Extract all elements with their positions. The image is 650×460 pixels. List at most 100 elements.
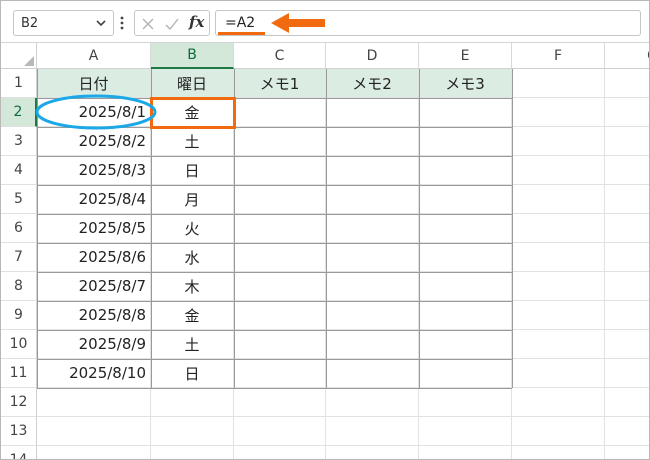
cell-c7[interactable] xyxy=(234,243,326,272)
cell-e14[interactable] xyxy=(419,446,512,459)
confirm-check-icon[interactable] xyxy=(164,16,180,32)
spreadsheet-grid[interactable]: ABCDEFG1日付曜日メモ1メモ2メモ322025/8/1金32025/8/2… xyxy=(1,43,649,459)
cell-f9[interactable] xyxy=(512,301,605,330)
cell-f12[interactable] xyxy=(512,388,605,417)
cell-c12[interactable] xyxy=(234,388,326,417)
cell-f1[interactable] xyxy=(512,69,605,98)
cell-e12[interactable] xyxy=(419,388,512,417)
cell-d2[interactable] xyxy=(326,98,419,127)
cell-g1[interactable] xyxy=(605,69,649,98)
cell-g8[interactable] xyxy=(605,272,649,301)
cell-c4[interactable] xyxy=(234,156,326,185)
cell-d9[interactable] xyxy=(326,301,419,330)
cell-b13[interactable] xyxy=(151,417,234,446)
column-header-c[interactable]: C xyxy=(234,43,326,69)
insert-function-icon[interactable]: fx xyxy=(189,13,204,31)
column-header-e[interactable]: E xyxy=(419,43,512,69)
cell-f3[interactable] xyxy=(512,127,605,156)
row-header-10[interactable]: 10 xyxy=(1,330,37,359)
cell-f11[interactable] xyxy=(512,359,605,388)
cell-g14[interactable] xyxy=(605,446,649,459)
cell-g11[interactable] xyxy=(605,359,649,388)
row-header-5[interactable]: 5 xyxy=(1,185,37,214)
cell-e4[interactable] xyxy=(419,156,512,185)
row-header-12[interactable]: 12 xyxy=(1,388,37,417)
cell-d3[interactable] xyxy=(326,127,419,156)
cell-g10[interactable] xyxy=(605,330,649,359)
cell-c1[interactable]: メモ1 xyxy=(234,69,326,98)
cell-a9[interactable]: 2025/8/8 xyxy=(37,301,151,330)
cell-b11[interactable]: 日 xyxy=(151,359,234,388)
cell-d4[interactable] xyxy=(326,156,419,185)
row-header-11[interactable]: 11 xyxy=(1,359,37,388)
cell-d5[interactable] xyxy=(326,185,419,214)
column-header-d[interactable]: D xyxy=(326,43,419,69)
cell-a5[interactable]: 2025/8/4 xyxy=(37,185,151,214)
cell-d11[interactable] xyxy=(326,359,419,388)
row-header-8[interactable]: 8 xyxy=(1,272,37,301)
row-header-13[interactable]: 13 xyxy=(1,417,37,446)
cell-g9[interactable] xyxy=(605,301,649,330)
cell-c10[interactable] xyxy=(234,330,326,359)
cell-e7[interactable] xyxy=(419,243,512,272)
cell-c5[interactable] xyxy=(234,185,326,214)
cell-g2[interactable] xyxy=(605,98,649,127)
cell-g13[interactable] xyxy=(605,417,649,446)
cell-d7[interactable] xyxy=(326,243,419,272)
cell-g4[interactable] xyxy=(605,156,649,185)
cell-b4[interactable]: 日 xyxy=(151,156,234,185)
cell-c11[interactable] xyxy=(234,359,326,388)
cell-e1[interactable]: メモ3 xyxy=(419,69,512,98)
name-box[interactable]: B2 xyxy=(13,10,114,36)
row-header-9[interactable]: 9 xyxy=(1,301,37,330)
cell-e5[interactable] xyxy=(419,185,512,214)
cell-c3[interactable] xyxy=(234,127,326,156)
cell-c13[interactable] xyxy=(234,417,326,446)
cell-f14[interactable] xyxy=(512,446,605,459)
cell-b10[interactable]: 土 xyxy=(151,330,234,359)
cell-b14[interactable] xyxy=(151,446,234,459)
cell-c6[interactable] xyxy=(234,214,326,243)
cell-e13[interactable] xyxy=(419,417,512,446)
row-header-4[interactable]: 4 xyxy=(1,156,37,185)
row-header-7[interactable]: 7 xyxy=(1,243,37,272)
cell-a7[interactable]: 2025/8/6 xyxy=(37,243,151,272)
cell-a8[interactable]: 2025/8/7 xyxy=(37,272,151,301)
cell-g3[interactable] xyxy=(605,127,649,156)
cell-g7[interactable] xyxy=(605,243,649,272)
column-header-f[interactable]: F xyxy=(512,43,605,69)
more-options-icon[interactable] xyxy=(120,15,124,31)
cell-d12[interactable] xyxy=(326,388,419,417)
cell-e11[interactable] xyxy=(419,359,512,388)
cell-g5[interactable] xyxy=(605,185,649,214)
cell-c9[interactable] xyxy=(234,301,326,330)
column-header-g[interactable]: G xyxy=(605,43,649,69)
cell-b5[interactable]: 月 xyxy=(151,185,234,214)
cell-c2[interactable] xyxy=(234,98,326,127)
cell-a11[interactable]: 2025/8/10 xyxy=(37,359,151,388)
cell-a12[interactable] xyxy=(37,388,151,417)
cell-b1[interactable]: 曜日 xyxy=(151,69,234,98)
cell-e10[interactable] xyxy=(419,330,512,359)
cell-d10[interactable] xyxy=(326,330,419,359)
cell-c8[interactable] xyxy=(234,272,326,301)
cell-b8[interactable]: 木 xyxy=(151,272,234,301)
cell-d6[interactable] xyxy=(326,214,419,243)
cell-f8[interactable] xyxy=(512,272,605,301)
column-header-b[interactable]: B xyxy=(151,43,234,69)
cell-f2[interactable] xyxy=(512,98,605,127)
cell-b3[interactable]: 土 xyxy=(151,127,234,156)
cell-e6[interactable] xyxy=(419,214,512,243)
cell-f13[interactable] xyxy=(512,417,605,446)
cell-f4[interactable] xyxy=(512,156,605,185)
cell-d13[interactable] xyxy=(326,417,419,446)
cell-a6[interactable]: 2025/8/5 xyxy=(37,214,151,243)
cell-b7[interactable]: 水 xyxy=(151,243,234,272)
cell-e3[interactable] xyxy=(419,127,512,156)
cell-f5[interactable] xyxy=(512,185,605,214)
cell-a13[interactable] xyxy=(37,417,151,446)
cell-f7[interactable] xyxy=(512,243,605,272)
cell-d1[interactable]: メモ2 xyxy=(326,69,419,98)
column-header-a[interactable]: A xyxy=(37,43,151,69)
cell-b9[interactable]: 金 xyxy=(151,301,234,330)
